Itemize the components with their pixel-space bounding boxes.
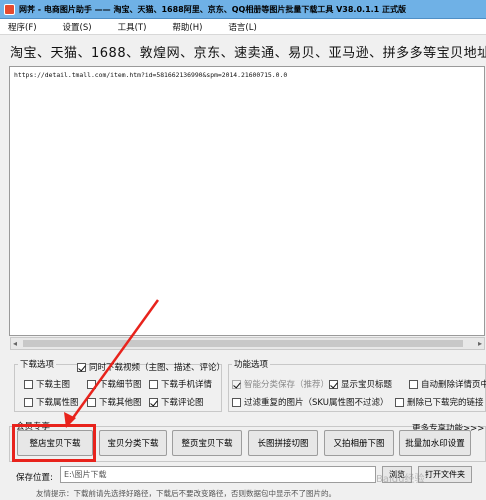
- scroll-thumb[interactable]: [23, 340, 463, 347]
- checkbox-box[interactable]: [149, 379, 158, 389]
- highlight-box: [12, 424, 96, 462]
- download-options-title: 下载选项: [18, 358, 57, 370]
- app-icon: [4, 3, 15, 15]
- save-location-label: 保存位置:: [16, 473, 53, 483]
- checkbox-box[interactable]: [232, 397, 241, 407]
- scroll-right-icon[interactable]: ▸: [478, 339, 482, 348]
- url-label: 淘宝、天猫、1688、敦煌网、京东、速卖通、易贝、亚马逊、拼多多等宝贝地址:: [10, 46, 486, 61]
- youpai-album-button[interactable]: 又拍相册下图: [324, 430, 394, 456]
- checkbox-show-title[interactable]: 显示宝贝标题: [329, 378, 392, 390]
- checkbox-detail-image[interactable]: 下载细节图: [87, 378, 142, 390]
- batch-watermark-button[interactable]: 批量加水印设置: [399, 430, 471, 456]
- checkbox-smart-classify[interactable]: 智能分类保存（推荐）: [232, 378, 329, 390]
- checkbox-download-video[interactable]: 同时下载视频（主图、描述、评论）: [77, 361, 225, 373]
- checkbox-box[interactable]: [395, 397, 404, 407]
- save-path-input[interactable]: E:\图片下载: [60, 466, 376, 483]
- checkbox-other-image[interactable]: 下载其他图: [87, 396, 142, 408]
- checkbox-auto-delete[interactable]: 自动删除详情页中: [409, 378, 486, 390]
- checkbox-comment-image[interactable]: 下载评论图: [149, 396, 204, 408]
- checkbox-box[interactable]: [87, 379, 96, 389]
- url-line: https://detail.tmall.com/item.htm?id=581…: [14, 71, 288, 79]
- menu-bar: 程序(F) 设置(S) 工具(T) 帮助(H) 语言(L): [0, 19, 486, 35]
- whole-page-download-button[interactable]: 整页宝贝下载: [172, 430, 242, 456]
- menu-tools[interactable]: 工具(T): [118, 21, 147, 33]
- checkbox-attr-image[interactable]: 下载属性图: [24, 396, 79, 408]
- checkbox-box[interactable]: [24, 379, 33, 389]
- category-download-button[interactable]: 宝贝分类下载: [99, 430, 167, 456]
- watermark-text: Baidu经验: [376, 474, 425, 485]
- scroll-left-icon[interactable]: ◂: [13, 339, 17, 348]
- checkbox-box[interactable]: [232, 379, 241, 389]
- checkbox-box[interactable]: [409, 379, 418, 389]
- checkbox-delete-finished[interactable]: 删除已下载完的链接: [395, 396, 484, 408]
- checkbox-box[interactable]: [149, 397, 158, 407]
- url-textarea[interactable]: https://detail.tmall.com/item.htm?id=581…: [9, 66, 485, 336]
- checkbox-main-image[interactable]: 下载主图: [24, 378, 70, 390]
- menu-program[interactable]: 程序(F): [8, 21, 37, 33]
- hint-text: 友情提示：下载前请先选择好路径，下载后不要改变路径，否则数据包中显示不了图片的。: [36, 489, 336, 498]
- checkbox-box[interactable]: [24, 397, 33, 407]
- window-title: 网荠 - 电商图片助手 —— 淘宝、天猫、1688阿里、京东、QQ相册等图片批量…: [19, 4, 407, 14]
- checkbox-box[interactable]: [87, 397, 96, 407]
- open-folder-button[interactable]: 打开文件夹: [418, 466, 472, 483]
- long-image-stitch-button[interactable]: 长图拼接切图: [248, 430, 318, 456]
- checkbox-mobile-detail[interactable]: 下载手机详情: [149, 378, 212, 390]
- checkbox-filter-duplicate[interactable]: 过滤重复的图片（SKU属性图不过滤）: [232, 396, 388, 408]
- menu-language[interactable]: 语言(L): [228, 21, 256, 33]
- horizontal-scrollbar[interactable]: ◂ ▸: [10, 337, 485, 350]
- title-bar: 网荠 - 电商图片助手 —— 淘宝、天猫、1688阿里、京东、QQ相册等图片批量…: [0, 0, 486, 19]
- checkbox-box[interactable]: [77, 362, 86, 372]
- menu-help[interactable]: 帮助(H): [172, 21, 202, 33]
- checkbox-box[interactable]: [329, 379, 338, 389]
- menu-settings[interactable]: 设置(S): [63, 21, 92, 33]
- function-options-title: 功能选项: [232, 358, 271, 370]
